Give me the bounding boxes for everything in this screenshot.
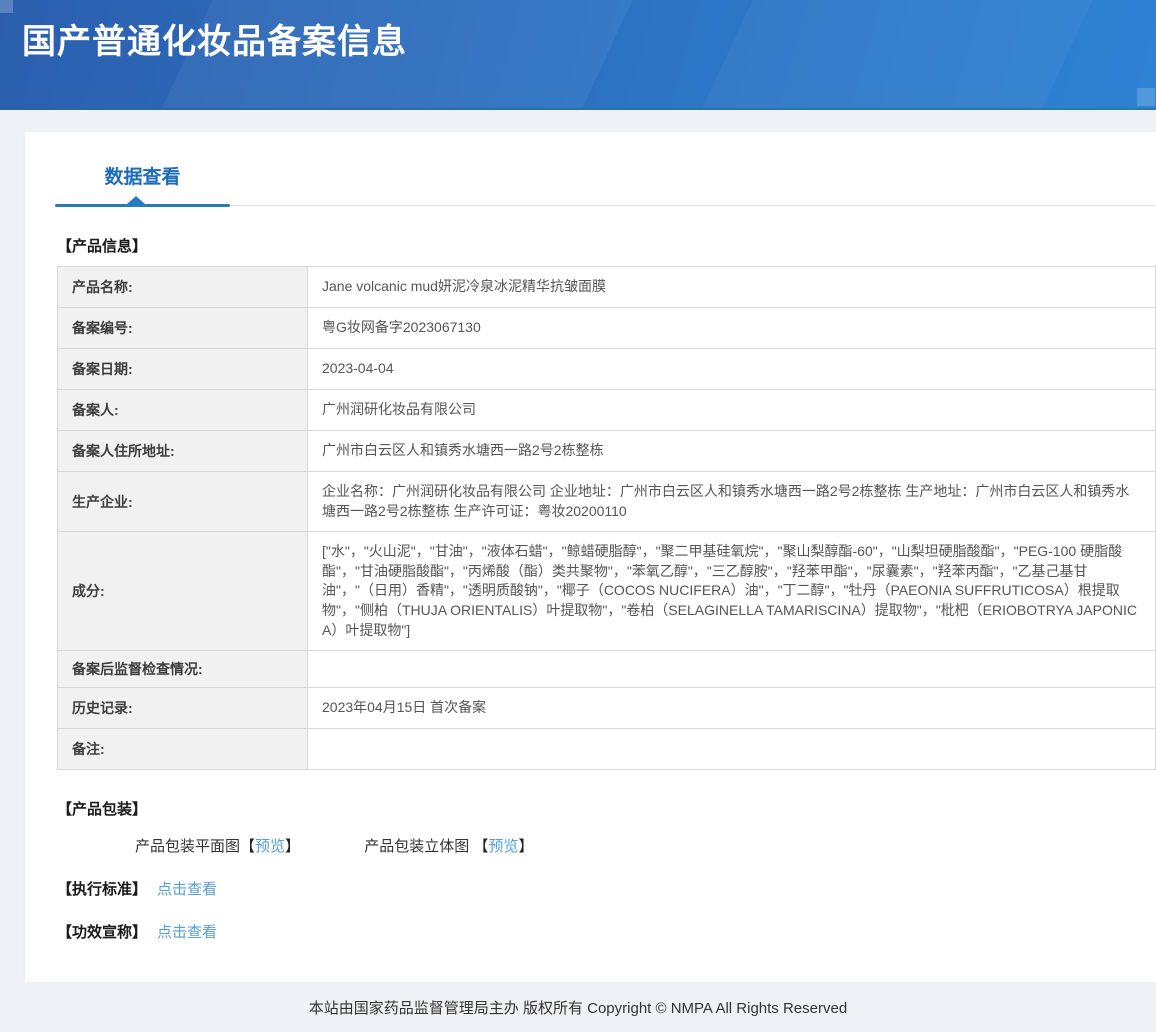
row-label: 备案编号: — [58, 308, 308, 349]
packaging-flat-item: 产品包装平面图【预览】 — [135, 835, 300, 856]
packaging-stereo-label: 产品包装立体图 — [364, 838, 469, 855]
product-info-heading: 【产品信息】 — [57, 235, 1156, 256]
table-row-supervision: 备案后监督检查情况: — [58, 651, 1156, 688]
table-row-registration-number: 备案编号: 粤G妆网备字2023067130 — [58, 308, 1156, 349]
table-row-history: 历史记录: 2023年04月15日 首次备案 — [58, 688, 1156, 729]
table-row-product-name: 产品名称: Jane volcanic mud妍泥冷泉冰泥精华抗皱面膜 — [58, 267, 1156, 308]
row-label: 备案人住所地址: — [58, 431, 308, 472]
packaging-flat-preview-link[interactable]: 预览 — [255, 838, 285, 855]
page-title: 国产普通化妆品备案信息 — [0, 0, 1156, 63]
table-row-registrant-address: 备案人住所地址: 广州市白云区人和镇秀水塘西一路2号2栋整栋 — [58, 431, 1156, 472]
tab-bar-divider — [230, 205, 1156, 206]
tab-data-view[interactable]: 数据查看 — [55, 162, 230, 207]
row-label: 备案后监督检查情况: — [58, 651, 308, 688]
row-label: 产品名称: — [58, 267, 308, 308]
tab-bar: 数据查看 — [25, 132, 1156, 207]
row-value: 广州市白云区人和镇秀水塘西一路2号2栋整栋 — [308, 431, 1156, 472]
row-label: 历史记录: — [58, 688, 308, 729]
packaging-row: 产品包装平面图【预览】 产品包装立体图 【预览】 — [135, 835, 1156, 856]
row-label: 备案日期: — [58, 349, 308, 390]
row-value — [308, 729, 1156, 770]
row-value: ["水"，"火山泥"，"甘油"，"液体石蜡"，"鲸蜡硬脂醇"，"聚二甲基硅氧烷"… — [308, 532, 1156, 651]
footer-copyright-text: 本站由国家药品监督管理局主办 版权所有 Copyright © NMPA All… — [309, 997, 847, 1018]
bracket-open: 【 — [473, 838, 488, 855]
content-card: 数据查看 【产品信息】 产品名称: Jane volcanic mud妍泥冷泉冰… — [25, 132, 1156, 982]
table-row-registration-date: 备案日期: 2023-04-04 — [58, 349, 1156, 390]
banner-right-square — [1137, 88, 1155, 106]
tab-active-indicator — [127, 196, 145, 204]
row-value: 2023-04-04 — [308, 349, 1156, 390]
packaging-flat-label: 产品包装平面图 — [135, 838, 240, 855]
row-label: 成分: — [58, 532, 308, 651]
bracket-open: 【 — [240, 838, 255, 855]
table-row-remarks: 备注: — [58, 729, 1156, 770]
row-value: 粤G妆网备字2023067130 — [308, 308, 1156, 349]
standards-row: 【执行标准】点击查看 — [57, 878, 1156, 899]
product-info-table: 产品名称: Jane volcanic mud妍泥冷泉冰泥精华抗皱面膜 备案编号… — [57, 266, 1156, 770]
tab-active-underline — [55, 204, 230, 207]
bracket-close: 】 — [285, 838, 300, 855]
row-label: 生产企业: — [58, 472, 308, 532]
row-value: 企业名称：广州润研化妆品有限公司 企业地址：广州市白云区人和镇秀水塘西一路2号2… — [308, 472, 1156, 532]
page-banner: 国产普通化妆品备案信息 — [0, 0, 1156, 110]
efficacy-row: 【功效宣称】点击查看 — [57, 921, 1156, 942]
packaging-stereo-item: 产品包装立体图 【预览】 — [364, 835, 533, 856]
row-value: 2023年04月15日 首次备案 — [308, 688, 1156, 729]
row-value: 广州润研化妆品有限公司 — [308, 390, 1156, 431]
packaging-stereo-preview-link[interactable]: 预览 — [488, 838, 518, 855]
standards-view-link[interactable]: 点击查看 — [157, 881, 217, 898]
row-label: 备案人: — [58, 390, 308, 431]
table-row-registrant: 备案人: 广州润研化妆品有限公司 — [58, 390, 1156, 431]
bracket-close: 】 — [518, 838, 533, 855]
row-value — [308, 651, 1156, 688]
efficacy-label: 【功效宣称】 — [57, 924, 147, 941]
row-label: 备注: — [58, 729, 308, 770]
row-value: Jane volcanic mud妍泥冷泉冰泥精华抗皱面膜 — [308, 267, 1156, 308]
page-footer: 本站由国家药品监督管理局主办 版权所有 Copyright © NMPA All… — [0, 982, 1156, 1032]
standards-label: 【执行标准】 — [57, 881, 147, 898]
table-row-manufacturer: 生产企业: 企业名称：广州润研化妆品有限公司 企业地址：广州市白云区人和镇秀水塘… — [58, 472, 1156, 532]
table-row-ingredients: 成分: ["水"，"火山泥"，"甘油"，"液体石蜡"，"鲸蜡硬脂醇"，"聚二甲基… — [58, 532, 1156, 651]
efficacy-view-link[interactable]: 点击查看 — [157, 924, 217, 941]
packaging-heading: 【产品包装】 — [57, 798, 1156, 819]
